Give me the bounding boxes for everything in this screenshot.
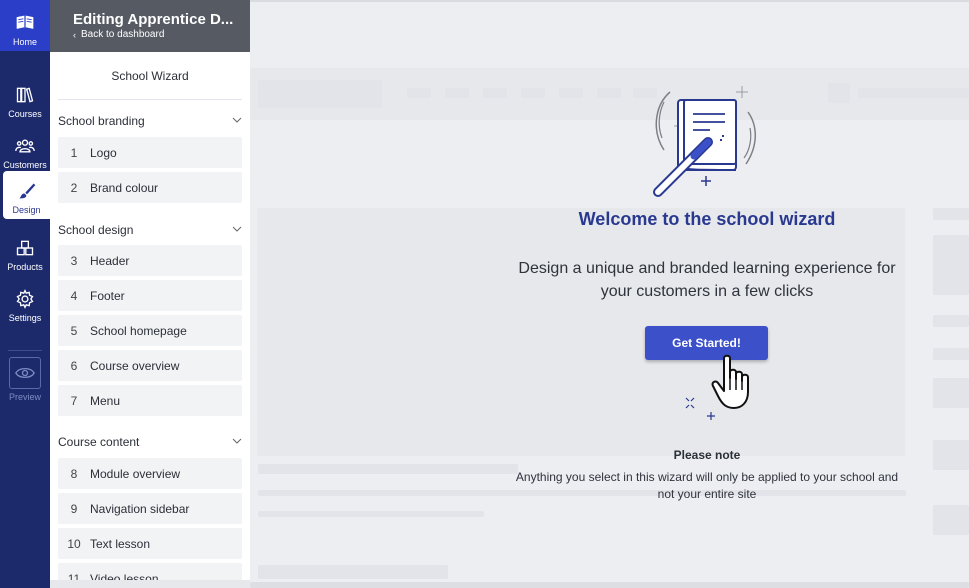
step-footer[interactable]: 4 Footer bbox=[58, 280, 242, 311]
home-icon bbox=[16, 15, 34, 29]
step-text-lesson[interactable]: 10 Text lesson bbox=[58, 528, 242, 559]
step-number: 8 bbox=[70, 466, 78, 481]
step-navigation-sidebar[interactable]: 9 Navigation sidebar bbox=[58, 493, 242, 524]
editor-header: Editing Apprentice D... ‹ Back to dashbo… bbox=[50, 0, 250, 52]
sidebar-scrollbar[interactable] bbox=[50, 580, 250, 588]
note-title: Please note bbox=[673, 448, 741, 462]
top-border bbox=[250, 0, 969, 2]
step-number: 3 bbox=[70, 253, 78, 268]
wizard-main-area: Welcome to the school wizard Design a un… bbox=[250, 0, 969, 588]
brush-icon bbox=[19, 183, 35, 199]
step-label: Logo bbox=[90, 145, 117, 160]
section-course-content[interactable]: Course content bbox=[58, 435, 242, 453]
rail-item-products[interactable]: Products bbox=[0, 226, 50, 276]
section-school-design[interactable]: School design bbox=[58, 223, 242, 241]
ghost-nav-item bbox=[483, 88, 507, 98]
back-to-dashboard-link[interactable]: ‹ Back to dashboard bbox=[73, 29, 250, 40]
rail-item-settings[interactable]: Settings bbox=[0, 277, 50, 327]
rail-label-customers: Customers bbox=[3, 160, 47, 170]
rail-label-design: Design bbox=[12, 205, 41, 215]
rail-label-courses: Courses bbox=[8, 109, 42, 119]
section-title: Course content bbox=[58, 435, 140, 449]
ghost-side-block bbox=[933, 505, 969, 535]
left-nav-rail: Home Courses Customers Design Products S… bbox=[0, 0, 50, 588]
wizard-description: Design a unique and branded learning exp… bbox=[518, 260, 896, 300]
ghost-side-line bbox=[933, 348, 969, 360]
rail-item-home[interactable]: Home bbox=[0, 0, 50, 51]
ghost-text-line bbox=[258, 464, 518, 474]
ghost-side-line bbox=[933, 208, 969, 220]
step-label: Navigation sidebar bbox=[90, 501, 190, 516]
sparkle-icon bbox=[685, 397, 715, 420]
ghost-text-line bbox=[258, 565, 448, 579]
books-icon bbox=[16, 87, 34, 103]
ghost-side-block bbox=[933, 378, 969, 408]
eye-icon bbox=[15, 367, 35, 379]
back-label: Back to dashboard bbox=[81, 29, 165, 40]
gear-icon bbox=[16, 289, 34, 309]
ghost-side-line bbox=[933, 315, 969, 327]
step-number: 5 bbox=[70, 323, 78, 338]
ghost-nav-item bbox=[445, 88, 469, 98]
step-course-overview[interactable]: 6 Course overview bbox=[58, 350, 242, 381]
step-label: Menu bbox=[90, 393, 121, 408]
ghost-nav-item bbox=[559, 88, 583, 98]
rail-label-home: Home bbox=[12, 37, 37, 47]
wizard-sidebar: School Wizard School branding 1 Logo 2 B… bbox=[50, 52, 250, 588]
ghost-nav-item bbox=[521, 88, 545, 98]
chevron-down-icon bbox=[232, 226, 242, 232]
ghost-text-line bbox=[258, 511, 484, 517]
users-icon bbox=[15, 139, 35, 153]
rail-label-products: Products bbox=[7, 262, 43, 272]
step-menu[interactable]: 7 Menu bbox=[58, 385, 242, 416]
step-number: 2 bbox=[70, 180, 78, 195]
step-label: Text lesson bbox=[90, 536, 151, 551]
step-label: Course overview bbox=[90, 358, 180, 373]
rail-item-customers[interactable]: Customers bbox=[0, 124, 50, 174]
ghost-side-block bbox=[933, 440, 969, 470]
step-label: Module overview bbox=[90, 466, 181, 481]
ghost-side-block bbox=[933, 235, 969, 295]
ghost-avatar bbox=[828, 83, 850, 103]
step-module-overview[interactable]: 8 Module overview bbox=[58, 458, 242, 489]
wizard-title: School Wizard bbox=[58, 52, 242, 100]
step-logo[interactable]: 1 Logo bbox=[58, 137, 242, 168]
ghost-content-panel bbox=[257, 208, 905, 456]
section-title: School branding bbox=[58, 114, 145, 128]
rail-item-courses[interactable]: Courses bbox=[0, 73, 50, 123]
rail-item-design[interactable]: Design bbox=[3, 171, 50, 219]
ghost-nav-item bbox=[597, 88, 621, 98]
preview-label: Preview bbox=[8, 392, 41, 402]
ghost-logo-block bbox=[258, 80, 382, 108]
editor-title: Editing Apprentice D... bbox=[73, 11, 234, 28]
step-number: 9 bbox=[70, 501, 78, 516]
rail-label-settings: Settings bbox=[8, 313, 42, 323]
section-school-branding[interactable]: School branding bbox=[58, 114, 242, 132]
magic-wand-book-illustration bbox=[653, 86, 756, 197]
note-text: Anything you select in this wizard will … bbox=[515, 470, 899, 501]
step-header[interactable]: 3 Header bbox=[58, 245, 242, 276]
ghost-footer bbox=[250, 582, 969, 588]
step-number: 7 bbox=[70, 393, 78, 408]
ghost-user-block bbox=[858, 88, 969, 98]
boxes-icon bbox=[16, 240, 34, 256]
section-title: School design bbox=[58, 223, 134, 237]
step-number: 6 bbox=[70, 358, 78, 373]
step-school-homepage[interactable]: 5 School homepage bbox=[58, 315, 242, 346]
ghost-nav-item bbox=[407, 88, 431, 98]
step-label: School homepage bbox=[90, 323, 187, 338]
rail-divider bbox=[8, 350, 42, 351]
step-number: 1 bbox=[70, 145, 78, 160]
chevron-down-icon bbox=[232, 438, 242, 444]
step-brand-colour[interactable]: 2 Brand colour bbox=[58, 172, 242, 203]
chevron-down-icon bbox=[232, 117, 242, 123]
welcome-title: Welcome to the school wizard bbox=[578, 209, 836, 229]
step-label: Header bbox=[90, 253, 130, 268]
preview-button[interactable] bbox=[9, 357, 41, 389]
step-number: 4 bbox=[70, 288, 78, 303]
step-number: 10 bbox=[67, 536, 81, 551]
step-label: Footer bbox=[90, 288, 125, 303]
step-label: Brand colour bbox=[90, 180, 159, 195]
chevron-left-icon: ‹ bbox=[73, 29, 76, 40]
